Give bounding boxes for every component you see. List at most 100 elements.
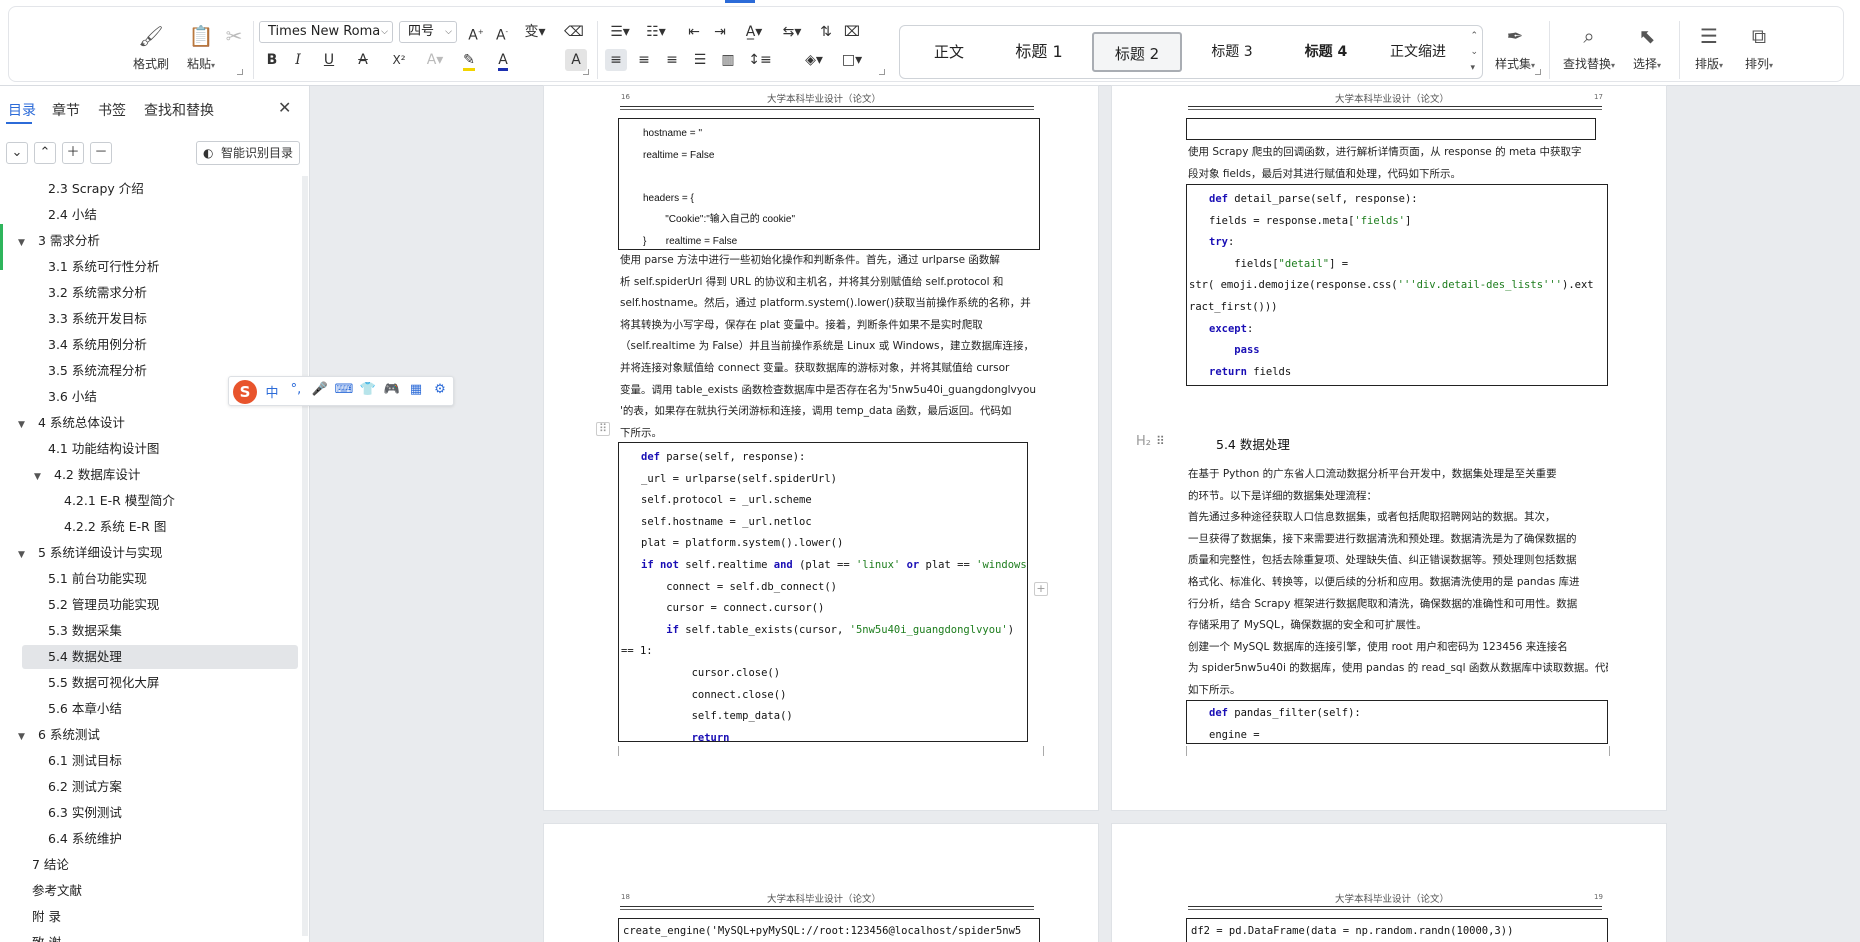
toc-item[interactable]: ▼ 4.2 数据库设计 (34, 462, 140, 488)
arrange-button[interactable]: ⧉ 排列▾ (1735, 19, 1783, 79)
sort-button[interactable]: ⇅ (815, 21, 837, 43)
code-block[interactable]: def pandas_filter(self): engine = (1186, 700, 1608, 744)
document-page[interactable]: 16 大学本科毕业设计（论文） hostname = '' realtime = … (544, 86, 1098, 810)
body-paragraph[interactable]: 使用 Scrapy 爬虫的回调函数，进行解析详情页面，从 response 的 … (1188, 142, 1608, 185)
align-right-button[interactable]: ≡ (661, 49, 683, 71)
toc-item[interactable]: 5.2 管理员功能实现 (48, 592, 159, 618)
show-marks-button[interactable]: ⌧ (841, 21, 863, 43)
toc-item[interactable]: 2.3 Scrapy 介绍 (48, 176, 144, 202)
toc-item[interactable]: 致 谢 (32, 930, 61, 942)
shrink-font-button[interactable]: A- (491, 21, 513, 44)
toolbox-icon[interactable]: ▦ (405, 382, 427, 397)
toc-item[interactable]: ▼ 3 需求分析 (18, 228, 100, 254)
expand-triangle-icon[interactable]: ▼ (18, 542, 28, 568)
style-heading-4[interactable]: 标题 4 (1286, 32, 1366, 72)
toc-item[interactable]: 6.1 测试目标 (48, 748, 122, 774)
toc-item[interactable]: 3.1 系统可行性分析 (48, 254, 159, 280)
toc-item[interactable]: 2.4 小结 (48, 202, 97, 228)
body-paragraph[interactable]: 在基于 Python 的广东省人口流动数据分析平台开发中，数据集处理是至关重要的… (1188, 464, 1608, 702)
clear-format-button[interactable]: ⌫ (563, 21, 585, 43)
toc-item[interactable]: 5.4 数据处理 (48, 644, 122, 670)
code-block[interactable]: def detail_parse(self, response): fields … (1186, 184, 1608, 386)
remove-heading-button[interactable]: － (90, 142, 112, 164)
styles-dialog-launcher[interactable] (1535, 69, 1541, 75)
tab-chapters[interactable]: 章节 (52, 100, 80, 120)
sogou-logo[interactable]: S (233, 380, 257, 404)
smart-toc-button[interactable]: ◐ 智能识别目录 (196, 141, 300, 165)
bullet-list-button[interactable]: ☰▾ (605, 21, 635, 43)
tab-toc[interactable]: 目录 (8, 100, 36, 120)
font-name-select[interactable]: Times New Roma ⌵ (259, 21, 393, 43)
style-heading-2[interactable]: 标题 2 (1092, 32, 1182, 72)
document-page[interactable]: 18 大学本科毕业设计（论文） create_engine('MySQL+pyM… (544, 824, 1098, 942)
text-effect-button[interactable]: A▾ (421, 49, 449, 71)
expand-up-button[interactable]: ⌃ (34, 142, 56, 164)
align-left-button[interactable]: ≡ (605, 49, 627, 71)
border-button[interactable]: □▾ (837, 49, 867, 71)
toc-item[interactable]: 附 录 (32, 904, 61, 930)
font-dialog-launcher[interactable] (583, 69, 589, 75)
toc-item[interactable]: 5.6 本章小结 (48, 696, 122, 722)
toc-item[interactable]: ▼ 5 系统详细设计与实现 (18, 540, 162, 566)
game-icon[interactable]: 🎮 (381, 382, 403, 397)
format-painter-button[interactable]: 🖌 格式刷 (125, 19, 177, 79)
code-block[interactable]: hostname = '' realtime = False headers = … (618, 118, 1040, 250)
microphone-icon[interactable]: 🎤 (309, 382, 331, 397)
code-block[interactable] (1186, 118, 1596, 140)
expand-triangle-icon[interactable]: ▼ (34, 464, 44, 490)
tab-bookmarks[interactable]: 书签 (98, 100, 126, 120)
clipboard-dialog-launcher[interactable] (237, 69, 243, 75)
style-body-indent[interactable]: 正文缩进 (1378, 32, 1458, 72)
toc-item[interactable]: 5.5 数据可视化大屏 (48, 670, 159, 696)
sidebar-scrollbar[interactable] (302, 176, 308, 936)
body-paragraph[interactable]: 使用 parse 方法中进行一些初始化操作和判断条件。首先，通过 urlpars… (620, 250, 1040, 444)
ime-punctuation-toggle[interactable]: °, (285, 382, 307, 397)
grow-font-button[interactable]: A+ (465, 21, 487, 44)
toc-item[interactable]: 5.3 数据采集 (48, 618, 122, 644)
toc-item[interactable]: 3.5 系统流程分析 (48, 358, 147, 384)
expand-triangle-icon[interactable]: ▼ (18, 724, 28, 750)
section-heading[interactable]: 5.4 数据处理 (1216, 434, 1290, 453)
drag-handle-icon[interactable]: ⠿ (1156, 434, 1165, 448)
code-block[interactable]: def parse(self, response): _url = urlpars… (618, 442, 1028, 742)
toc-item[interactable]: 3.3 系统开发目标 (48, 306, 147, 332)
toc-item[interactable]: 4.2.2 系统 E-R 图 (64, 514, 166, 540)
decrease-indent-button[interactable]: ⇤ (683, 21, 705, 43)
style-heading-3[interactable]: 标题 3 (1192, 32, 1272, 72)
expand-triangle-icon[interactable]: ▼ (18, 412, 28, 438)
line-spacing-button[interactable]: ↕≡ (745, 49, 775, 71)
strikethrough-button[interactable]: A (349, 49, 377, 71)
font-size-select[interactable]: 四号 ⌵ (399, 21, 457, 43)
ltr-rtl-button[interactable]: ⇆▾ (777, 21, 807, 43)
toc-item[interactable]: 3.2 系统需求分析 (48, 280, 147, 306)
expand-triangle-icon[interactable]: ▼ (18, 230, 28, 256)
toc-item[interactable]: 4.1 功能结构设计图 (48, 436, 159, 462)
shading-button[interactable]: ◈▾ (799, 49, 829, 71)
select-button[interactable]: ⬉ 选择▾ (1623, 19, 1671, 79)
phonetic-guide-button[interactable]: 变▾ (519, 21, 551, 43)
font-color-button[interactable]: A (489, 49, 517, 71)
numbered-list-button[interactable]: ☷▾ (641, 21, 671, 43)
superscript-button[interactable]: X² (383, 49, 415, 71)
toc-item[interactable]: 3.6 小结 (48, 384, 97, 410)
style-scroll-arrows[interactable]: ⌃ ⌄ ▾ (1470, 28, 1478, 76)
style-normal[interactable]: 正文 (914, 32, 984, 72)
settings-icon[interactable]: ⚙ (429, 382, 451, 397)
skin-icon[interactable]: 👕 (357, 382, 379, 397)
toc-item[interactable]: 3.4 系统用例分析 (48, 332, 147, 358)
add-heading-button[interactable]: ＋ (62, 142, 84, 164)
underline-button[interactable]: U (315, 49, 343, 71)
highlight-button[interactable]: ✎ (455, 49, 483, 71)
document-page[interactable]: 19 大学本科毕业设计（论文） df2 = pd.DataFrame(data … (1112, 824, 1666, 942)
toc-item[interactable]: 7 结论 (32, 852, 69, 878)
toc-item[interactable]: 5.1 前台功能实现 (48, 566, 147, 592)
align-center-button[interactable]: ≡ (633, 49, 655, 71)
toc-item[interactable]: ▼ 4 系统总体设计 (18, 410, 125, 436)
layout-button[interactable]: ☰ 排版▾ (1685, 19, 1733, 79)
italic-button[interactable]: I (287, 49, 309, 71)
toc-item[interactable]: 4.2.1 E-R 模型简介 (64, 488, 175, 514)
paragraph-dialog-launcher[interactable] (879, 69, 885, 75)
style-heading-1[interactable]: 标题 1 (1004, 32, 1074, 72)
bold-button[interactable]: B (261, 49, 283, 71)
cut-button[interactable]: ✂ (219, 19, 249, 79)
